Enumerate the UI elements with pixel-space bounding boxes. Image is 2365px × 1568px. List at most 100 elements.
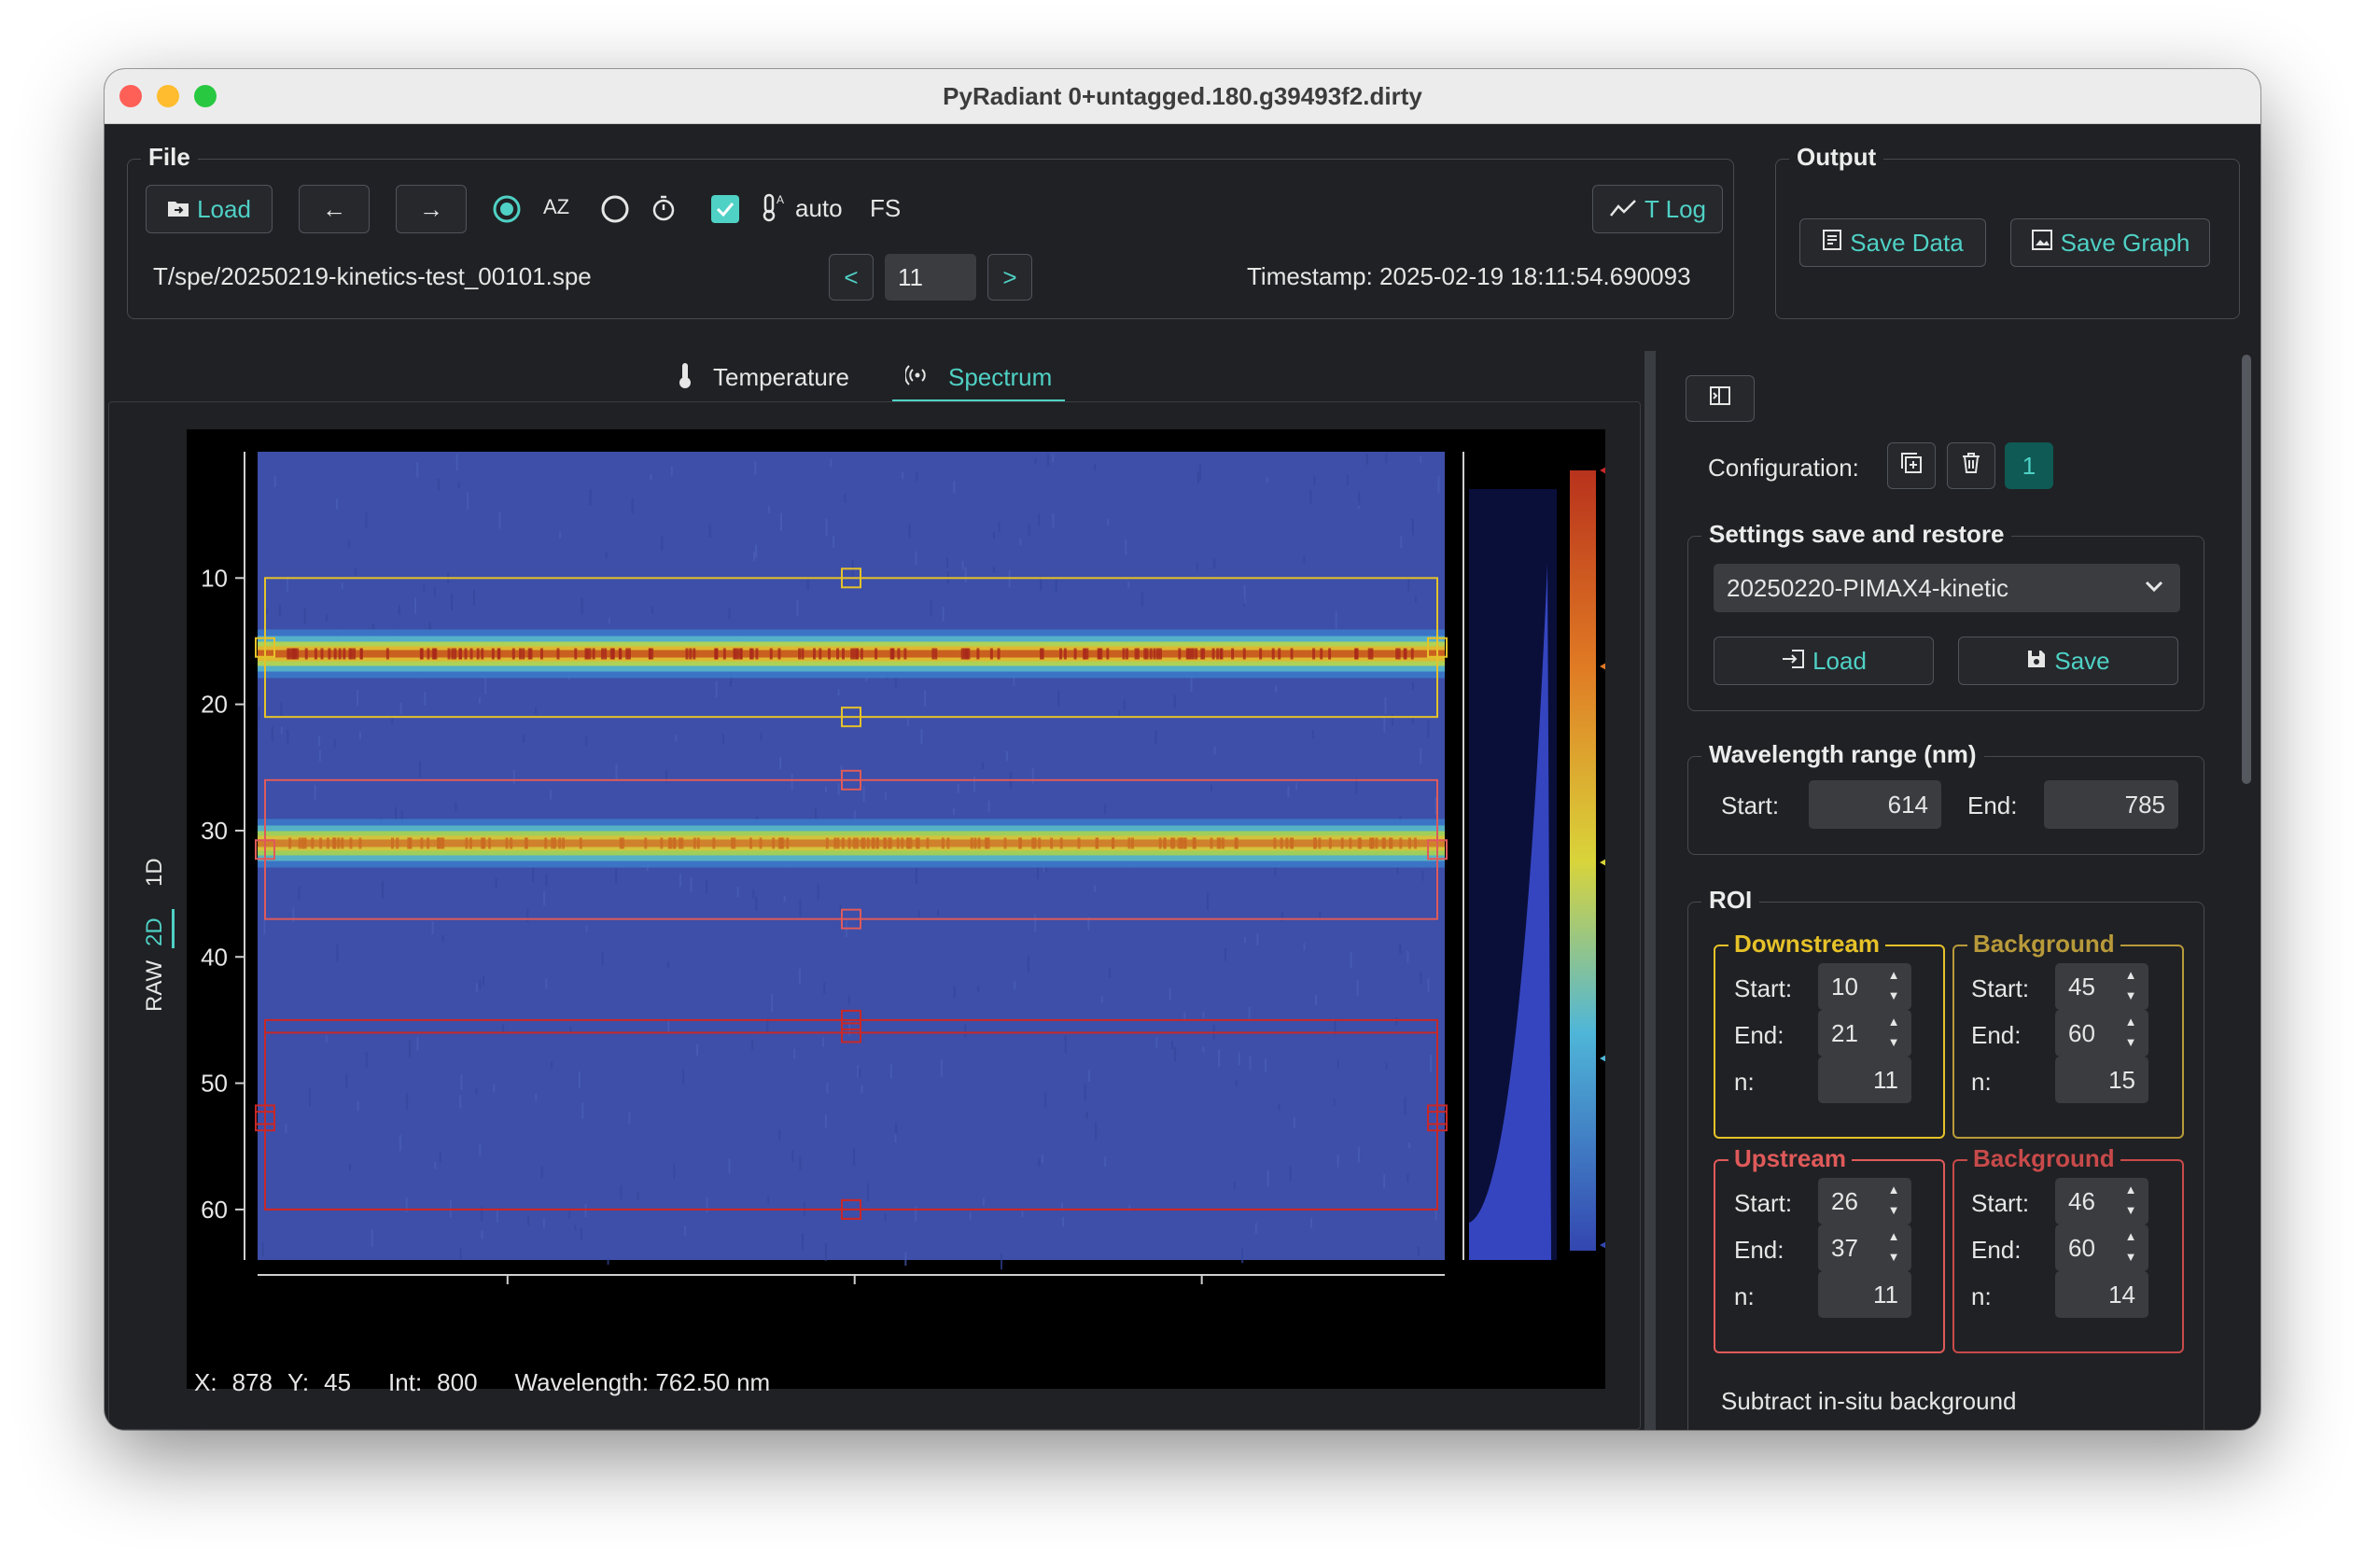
save-data-label: Save Data (1850, 228, 1964, 257)
noise-pixel (1309, 489, 1312, 505)
upstream-start-spinbox[interactable]: 26 ▲ ▼ (1818, 1178, 1911, 1225)
noise-pixel (998, 521, 1001, 533)
view-mode-1d[interactable]: 1D (142, 858, 168, 887)
frame-next-button[interactable]: > (987, 254, 1032, 301)
band-hotspot (539, 648, 543, 660)
panel-toggle-button[interactable] (1686, 375, 1755, 422)
sort-az-icon: AZ (543, 195, 570, 218)
band-hotspot (584, 648, 588, 660)
spectrum-plot[interactable]: 102030405060650700750λ (nm) (187, 429, 1605, 1389)
band-hotspot (510, 837, 513, 849)
band-hotspot (588, 648, 592, 660)
view-mode-raw[interactable]: RAW (142, 960, 168, 1012)
band-hotspot (1349, 837, 1352, 849)
upstream-bg-start-spinbox[interactable]: 46 ▲ ▼ (2055, 1178, 2148, 1225)
band-hotspot (358, 837, 362, 849)
save-graph-button[interactable]: Save Graph (2010, 218, 2210, 267)
band-hotspot (333, 648, 337, 660)
spin-arrows-icon[interactable]: ▲ ▼ (2122, 1182, 2139, 1219)
band-hotspot (505, 837, 509, 849)
band-hotspot (1381, 837, 1385, 849)
band-hotspot (391, 837, 395, 849)
noise-pixel (1411, 717, 1414, 724)
band-hotspot (1003, 837, 1007, 849)
tab-spectrum[interactable]: Spectrum (892, 355, 1066, 402)
spin-arrows-icon[interactable]: ▲ ▼ (1885, 967, 1902, 1004)
band-hotspot (861, 837, 864, 849)
sort-time-radio[interactable] (601, 195, 629, 223)
upstream-bg-end-spinbox[interactable]: 60 ▲ ▼ (2055, 1225, 2148, 1271)
band-hotspot (1058, 648, 1062, 660)
sort-az-radio[interactable] (493, 195, 521, 223)
noise-pixel (271, 726, 273, 742)
noise-pixel (1420, 749, 1422, 764)
upstream-bg-n-label: n: (1971, 1282, 1992, 1310)
noise-pixel (431, 921, 434, 934)
noise-pixel (1202, 1046, 1205, 1053)
noise-pixel (755, 544, 758, 558)
noise-pixel (1383, 718, 1386, 734)
frame-index-field[interactable]: 11 (885, 254, 976, 301)
wavelength-start-field[interactable]: 614 (1809, 780, 1941, 829)
view-mode-2d[interactable]: 2D (142, 917, 168, 946)
delete-configuration-button[interactable] (1947, 442, 1995, 489)
spin-arrows-icon[interactable]: ▲ ▼ (1885, 1228, 1902, 1266)
settings-load-button[interactable]: Load (1714, 637, 1934, 685)
configuration-index[interactable]: 1 (2005, 442, 2053, 489)
panel-splitter[interactable] (1644, 351, 1656, 1430)
noise-pixel (357, 1100, 359, 1112)
settings-load-label: Load (1812, 646, 1867, 675)
frame-prev-button[interactable]: < (829, 254, 874, 301)
band-hotspot (901, 837, 904, 849)
upstream-end-spinbox[interactable]: 37 ▲ ▼ (1818, 1225, 1911, 1271)
settings-save-button[interactable]: Save (1958, 637, 2178, 685)
noise-pixel (1100, 996, 1103, 1003)
noise-pixel (823, 982, 826, 995)
upstream-n-field: 11 (1818, 1271, 1911, 1318)
spin-arrows-icon[interactable]: ▲ ▼ (1885, 1182, 1902, 1219)
add-configuration-button[interactable] (1887, 442, 1936, 489)
spin-arrows-icon[interactable]: ▲ ▼ (1885, 1014, 1902, 1051)
spin-arrows-icon[interactable]: ▲ ▼ (2122, 1228, 2139, 1266)
next-file-button[interactable]: → (396, 185, 467, 233)
band-hotspot (625, 648, 629, 660)
auto-checkbox[interactable] (711, 195, 739, 223)
output-group-title: Output (1789, 143, 1884, 172)
noise-pixel (1366, 454, 1369, 465)
tab-spectrum-label: Spectrum (948, 362, 1053, 391)
band-hotspot (553, 837, 556, 849)
downstream-start-spinbox[interactable]: 10 ▲ ▼ (1818, 963, 1911, 1010)
noise-pixel (708, 525, 711, 538)
noise-pixel (767, 1196, 770, 1204)
noise-pixel (867, 1183, 870, 1202)
spin-arrows-icon[interactable]: ▲ ▼ (2122, 967, 2139, 1004)
noise-pixel (1358, 492, 1361, 507)
file-load-button[interactable]: Load (146, 185, 273, 233)
band-hotspot (1019, 837, 1023, 849)
band-hotspot (755, 648, 759, 660)
band-hotspot (558, 837, 562, 849)
wavelength-end-field[interactable]: 785 (2044, 780, 2178, 829)
noise-pixel (1280, 912, 1283, 922)
spectrum-image-svg[interactable]: 102030405060650700750λ (nm) (187, 429, 1605, 1284)
noise-pixel (830, 459, 833, 468)
previous-file-button[interactable]: ← (299, 185, 370, 233)
save-data-button[interactable]: Save Data (1799, 218, 1986, 267)
band-hotspot (722, 648, 726, 660)
band-hotspot (860, 648, 863, 660)
tlog-button[interactable]: T Log (1592, 185, 1723, 233)
side-panel-scrollbar[interactable] (2242, 355, 2251, 784)
noise-pixel (884, 792, 887, 800)
downstream-bg-end-spinbox[interactable]: 60 ▲ ▼ (2055, 1010, 2148, 1057)
downstream-bg-start-spinbox[interactable]: 45 ▲ ▼ (2055, 963, 2148, 1010)
band-hotspot (866, 837, 870, 849)
band-hotspot (856, 648, 860, 660)
trend-chart-icon (1609, 195, 1637, 224)
noise-pixel (824, 1243, 827, 1261)
downstream-end-spinbox[interactable]: 21 ▲ ▼ (1818, 1010, 1911, 1057)
settings-select[interactable]: 20250220-PIMAX4-kinetic (1714, 564, 2180, 612)
noise-pixel (1123, 699, 1126, 710)
band-hotspot (1097, 648, 1100, 660)
spin-arrows-icon[interactable]: ▲ ▼ (2122, 1014, 2139, 1051)
tab-temperature[interactable]: Temperature (676, 355, 849, 399)
